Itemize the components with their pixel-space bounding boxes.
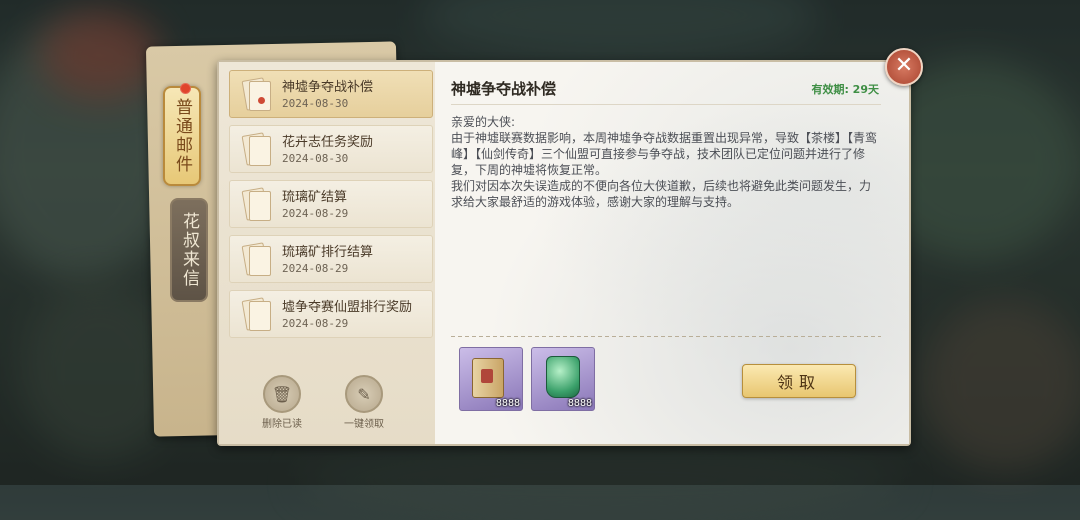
envelope-icon <box>238 132 272 166</box>
claim-all-button[interactable]: ✎ 一键领取 <box>329 375 399 430</box>
mail-detail-title: 神墟争夺战补偿 <box>451 80 557 98</box>
mail-date: 2024-08-29 <box>282 317 349 330</box>
claim-all-label: 一键领取 <box>344 419 384 430</box>
jade-token-icon <box>546 356 580 398</box>
delete-read-button[interactable]: 🗑 删除已读 <box>247 375 317 430</box>
validity-label: 有效期: 29天 <box>811 83 879 96</box>
mail-date: 2024-08-29 <box>282 262 349 275</box>
tab-uncle-hua-letters[interactable]: 花叔来信 <box>170 198 208 302</box>
mail-body: 亲爱的大侠: 由于神墟联赛数据影响，本周神墟争夺战数据重置出现异常，导致【茶楼】… <box>451 114 881 210</box>
mail-paragraph: 由于神墟联赛数据影响，本周神墟争夺战数据重置出现异常，导致【茶楼】【青鸾峰】【仙… <box>451 131 878 177</box>
reward-item[interactable]: 8888 <box>459 347 523 411</box>
rewards-divider <box>451 336 881 337</box>
mail-title: 琉璃矿排行结算 <box>282 245 374 260</box>
brush-icon: ✎ <box>345 375 383 413</box>
reward-count: 8888 <box>495 398 520 409</box>
divider <box>451 104 881 105</box>
mail-item[interactable]: 琉璃矿结算 2024-08-29 <box>229 180 433 228</box>
reward-item[interactable]: 8888 <box>531 347 595 411</box>
mail-title: 花卉志任务奖励 <box>282 135 374 150</box>
mail-date: 2024-08-30 <box>282 152 349 165</box>
mail-title: 琉璃矿结算 <box>282 190 348 205</box>
mail-date: 2024-08-30 <box>282 97 349 110</box>
notification-badge <box>180 83 191 94</box>
close-icon[interactable]: ✕ <box>885 48 923 86</box>
scroll-icon <box>472 358 504 398</box>
tab-normal-mail[interactable]: 普通邮件 <box>163 86 201 186</box>
reward-count: 8888 <box>567 398 592 409</box>
mail-date: 2024-08-29 <box>282 207 349 220</box>
mail-item[interactable]: 琉璃矿排行结算 2024-08-29 <box>229 235 433 283</box>
delete-read-label: 删除已读 <box>262 419 302 430</box>
claim-button[interactable]: 领取 <box>742 364 856 398</box>
mail-panel: 神墟争夺战补偿 2024-08-30 花卉志任务奖励 2024-08-30 琉璃… <box>217 60 911 446</box>
mail-detail: 神墟争夺战补偿 有效期: 29天 亲爱的大侠: 由于神墟联赛数据影响，本周神墟争… <box>435 62 909 444</box>
mail-title: 墟争夺赛仙盟排行奖励 <box>282 300 413 315</box>
trash-icon: 🗑 <box>263 375 301 413</box>
mail-paragraph: 我们对因本次失误造成的不便向各位大侠道歉，后续也将避免此类问题发生，力求给大家最… <box>451 179 872 209</box>
mail-item[interactable]: 花卉志任务奖励 2024-08-30 <box>229 125 433 173</box>
envelope-icon <box>238 187 272 221</box>
mail-item[interactable]: 墟争夺赛仙盟排行奖励 2024-08-29 <box>229 290 433 338</box>
mail-greeting: 亲爱的大侠: <box>451 115 516 129</box>
envelope-icon <box>238 77 272 111</box>
envelope-icon <box>238 297 272 331</box>
mail-title: 神墟争夺战补偿 <box>282 80 374 95</box>
envelope-icon <box>238 242 272 276</box>
mail-list: 神墟争夺战补偿 2024-08-30 花卉志任务奖励 2024-08-30 琉璃… <box>219 62 436 444</box>
mail-item[interactable]: 神墟争夺战补偿 2024-08-30 <box>229 70 433 118</box>
